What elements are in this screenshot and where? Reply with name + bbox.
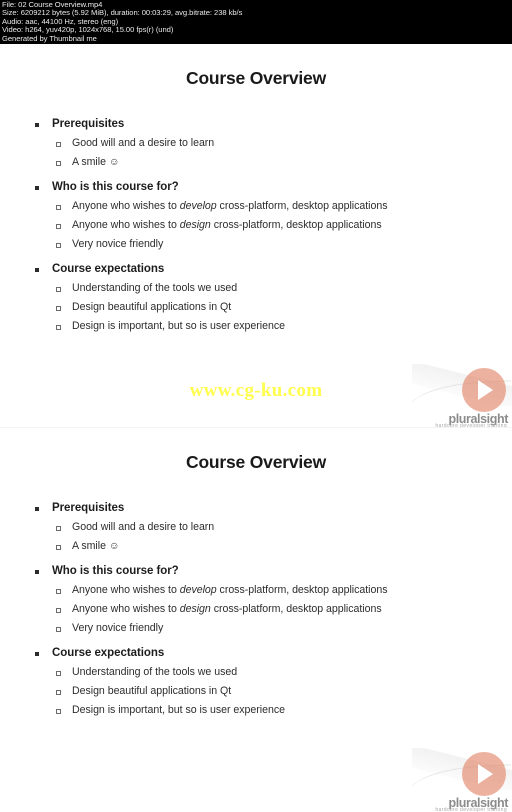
hollow-square-bullet-icon (56, 142, 61, 147)
list-item-text: Design beautiful applications in Qt (72, 301, 232, 313)
square-bullet-icon (35, 123, 39, 127)
list-item: Anyone who wishes to develop cross-platf… (34, 584, 494, 596)
list-item-text-pre: Anyone who wishes to (72, 219, 180, 231)
bullet-heading-prerequisites: Prerequisites (34, 502, 494, 514)
list-item-text: Understanding of the tools we used (72, 282, 238, 294)
hollow-square-bullet-icon (56, 287, 61, 292)
hollow-square-bullet-icon (56, 608, 61, 613)
list-item-text-pre: Anyone who wishes to (72, 200, 180, 212)
list-item-text: Good will and a desire to learn (72, 521, 215, 533)
list-item-text: Design is important, but so is user expe… (72, 704, 285, 716)
hollow-square-bullet-icon (56, 306, 61, 311)
square-bullet-icon (35, 652, 39, 656)
bullet-heading-label: Course expectations (52, 647, 165, 659)
list-item: Good will and a desire to learn (34, 137, 494, 149)
site-watermark: www.cg-ku.com (189, 380, 323, 401)
hollow-square-bullet-icon (56, 205, 61, 210)
list-item-text-post: cross-platform, desktop applications (210, 219, 382, 231)
bullet-heading-label: Prerequisites (52, 118, 125, 130)
list-item-text: Good will and a desire to learn (72, 137, 215, 149)
bullet-heading-expectations: Course expectations (34, 263, 494, 275)
list-item: Design beautiful applications in Qt (34, 685, 494, 697)
square-bullet-icon (35, 507, 39, 511)
list-item-text: Understanding of the tools we used (72, 666, 238, 678)
smiley-face-icon: ☺ (108, 156, 120, 168)
slide-bullet-list: Prerequisites Good will and a desire to … (34, 118, 494, 332)
media-info-banner: File: 02 Course Overview.mp4 Size: 62092… (0, 0, 512, 44)
list-item-text: Design is important, but so is user expe… (72, 320, 285, 332)
list-item-text: A smile (72, 156, 109, 168)
list-item: Anyone who wishes to design cross-platfo… (34, 603, 494, 615)
list-item-text-post: cross-platform, desktop applications (216, 200, 388, 212)
list-item-text-emphasis: design (179, 603, 211, 615)
list-item: Understanding of the tools we used (34, 282, 494, 294)
bullet-heading-label: Who is this course for? (52, 181, 179, 193)
hollow-square-bullet-icon (56, 161, 61, 166)
list-item-text-post: cross-platform, desktop applications (210, 603, 382, 615)
bullet-heading-audience: Who is this course for? (34, 181, 494, 193)
list-item-text-emphasis: develop (179, 584, 217, 596)
list-item-text-emphasis: develop (179, 200, 217, 212)
smiley-face-icon: ☺ (108, 540, 120, 552)
list-item: Understanding of the tools we used (34, 666, 494, 678)
list-item: A smile ☺ (34, 540, 494, 552)
hollow-square-bullet-icon (56, 325, 61, 330)
hollow-square-bullet-icon (56, 709, 61, 714)
thumbnail-divider (0, 427, 512, 428)
bullet-heading-prerequisites: Prerequisites (34, 118, 494, 130)
list-item-text: Very novice friendly (72, 238, 164, 250)
slide-bullet-list: Prerequisites Good will and a desire to … (34, 502, 494, 716)
list-item: Design is important, but so is user expe… (34, 320, 494, 332)
hollow-square-bullet-icon (56, 243, 61, 248)
pluralsight-branding: pluralsight hardcore developer training (412, 748, 512, 812)
list-item: Good will and a desire to learn (34, 521, 494, 533)
bullet-heading-label: Who is this course for? (52, 565, 179, 577)
square-bullet-icon (35, 186, 39, 190)
hollow-square-bullet-icon (56, 690, 61, 695)
list-item-text: A smile (72, 540, 109, 552)
list-item: A smile ☺ (34, 156, 494, 168)
hollow-square-bullet-icon (56, 627, 61, 632)
video-thumbnail-frame-2[interactable]: Course Overview Prerequisites Good will … (0, 428, 512, 812)
square-bullet-icon (35, 268, 39, 272)
list-item-text-emphasis: design (179, 219, 211, 231)
page-title: Course Overview (186, 452, 326, 472)
hollow-square-bullet-icon (56, 671, 61, 676)
bullet-heading-expectations: Course expectations (34, 647, 494, 659)
list-item: Anyone who wishes to develop cross-platf… (34, 200, 494, 212)
list-item: Design beautiful applications in Qt (34, 301, 494, 313)
media-info-line-generator: Generated by Thumbnail me (2, 33, 97, 43)
list-item: Anyone who wishes to design cross-platfo… (34, 219, 494, 231)
list-item: Very novice friendly (34, 622, 494, 634)
hollow-square-bullet-icon (56, 224, 61, 229)
list-item-text: Very novice friendly (72, 622, 164, 634)
list-item-text: Design beautiful applications in Qt (72, 685, 232, 697)
square-bullet-icon (35, 570, 39, 574)
list-item-text-post: cross-platform, desktop applications (216, 584, 388, 596)
list-item-text-pre: Anyone who wishes to (72, 584, 180, 596)
hollow-square-bullet-icon (56, 589, 61, 594)
list-item-text-pre: Anyone who wishes to (72, 603, 180, 615)
list-item: Design is important, but so is user expe… (34, 704, 494, 716)
bullet-heading-label: Prerequisites (52, 502, 125, 514)
list-item: Very novice friendly (34, 238, 494, 250)
play-button-icon[interactable] (462, 752, 506, 796)
hollow-square-bullet-icon (56, 545, 61, 550)
hollow-square-bullet-icon (56, 526, 61, 531)
bullet-heading-label: Course expectations (52, 263, 165, 275)
page-title: Course Overview (186, 68, 326, 88)
bullet-heading-audience: Who is this course for? (34, 565, 494, 577)
video-thumbnail-frame-1[interactable]: Course Overview Prerequisites Good will … (0, 44, 512, 428)
